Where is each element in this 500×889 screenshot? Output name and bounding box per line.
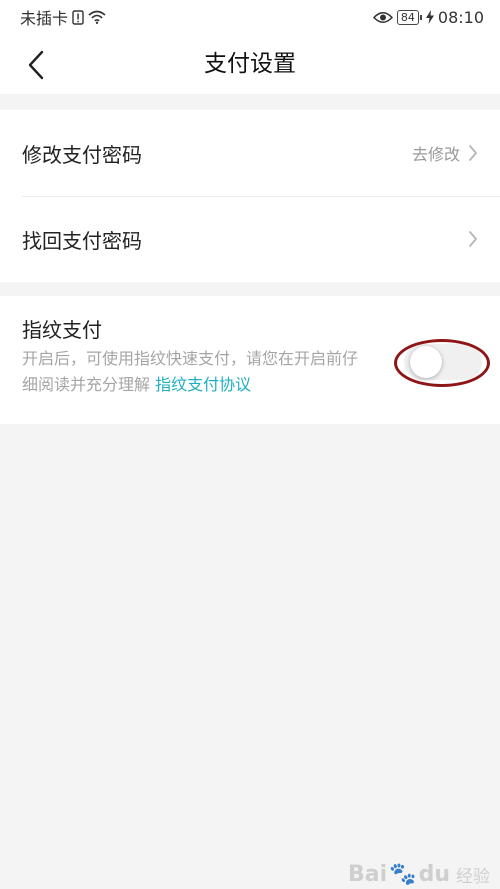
paw-icon: 🐾 (389, 862, 417, 887)
fingerprint-agreement-link[interactable]: 指纹支付协议 (155, 375, 251, 394)
status-bar: 未插卡 84 08:10 (0, 0, 500, 34)
status-left: 未插卡 (20, 5, 106, 29)
battery-icon: 84 (396, 9, 422, 25)
sim-alert-icon (72, 9, 84, 25)
watermark: Bai 🐾 du 经验 (348, 862, 490, 887)
fingerprint-desc-line1: 开启后，可使用指纹快速支付，请您在开启前仔 (22, 349, 359, 368)
back-button[interactable] (18, 48, 54, 82)
toggle-knob (410, 346, 442, 378)
fingerprint-payment-title: 指纹支付 (22, 318, 102, 342)
recover-password-label: 找回支付密码 (22, 228, 142, 253)
app-header: 支付设置 (0, 34, 500, 94)
modify-password-row[interactable]: 修改支付密码 去修改 (0, 110, 500, 196)
chevron-right-icon (469, 231, 477, 247)
password-settings-group: 修改支付密码 去修改 找回支付密码 (0, 110, 500, 282)
page-title: 支付设置 (204, 51, 296, 77)
fingerprint-desc-line2-wrap: 细阅读并充分理解 指纹支付协议 (22, 372, 400, 398)
eye-icon (372, 11, 393, 24)
clock-text: 08:10 (437, 7, 484, 27)
recover-password-action (468, 196, 478, 282)
battery-level: 84 (400, 10, 415, 24)
wifi-icon (88, 10, 106, 24)
charging-icon (425, 10, 434, 24)
chevron-left-icon (28, 50, 44, 80)
watermark-brand: Bai (348, 862, 388, 887)
chevron-right-icon (469, 145, 477, 161)
carrier-text: 未插卡 (20, 9, 69, 28)
fingerprint-desc-line2: 细阅读并充分理解 (22, 375, 156, 394)
watermark-suffix: du (418, 862, 450, 887)
status-right: 84 08:10 (372, 7, 484, 27)
fingerprint-payment-toggle[interactable] (404, 344, 482, 380)
fingerprint-payment-description: 开启后，可使用指纹快速支付，请您在开启前仔 细阅读并充分理解 指纹支付协议 (22, 346, 400, 398)
recover-password-row[interactable]: 找回支付密码 (0, 196, 500, 282)
modify-password-action: 去修改 (412, 110, 478, 196)
watermark-sub: 经验 (456, 867, 490, 887)
modify-password-action-text: 去修改 (411, 145, 460, 164)
modify-password-label: 修改支付密码 (22, 142, 142, 167)
